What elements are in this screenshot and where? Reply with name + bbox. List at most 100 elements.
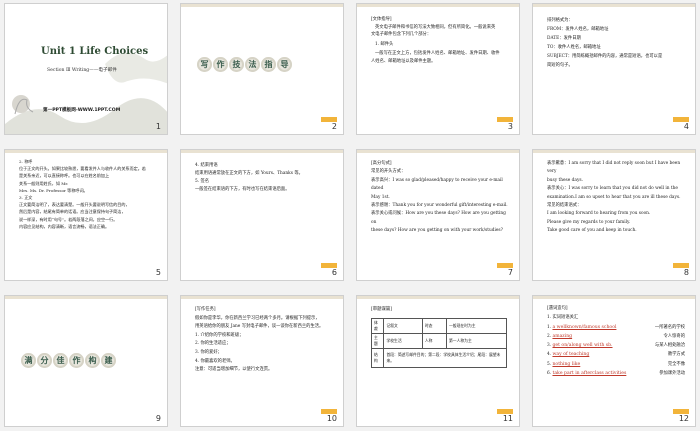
section-title: 写作技法指导 <box>197 52 293 72</box>
text-line: 4. 结束用语 <box>195 163 218 168</box>
text-line: 注意：可适当增加细节，以使行文连贯。 <box>195 367 273 373</box>
slide-number: 7 <box>507 268 513 277</box>
vocab-item: 4. way of teaching 教学方式 <box>547 350 685 359</box>
text-line: 结束用语通常放在正文的下方，如 Yours、Thanks 等。 <box>195 171 303 176</box>
top-band <box>533 150 695 153</box>
table-cell: 首段：简述写邮件目的；第二段：学校具体生活介绍；尾段：展望未来。 <box>383 348 507 368</box>
vocab-meaning: 完全不像 <box>667 361 685 367</box>
text-line: DATE：发件日期 <box>547 36 581 41</box>
slide-number: 8 <box>683 268 689 277</box>
text-line: 关系一般则用姓氏，如 Mr. <box>19 180 69 186</box>
slide-thumbnail-3[interactable]: [文体指导] 英文电子邮件和书信的写法大致相同，但有所简化。一般说来英 文电子邮… <box>356 3 520 135</box>
text-line: 是关系亲近，可以直接称呼。也可以在姓名前加上 <box>19 173 110 179</box>
table-cell: 记叙文 <box>383 318 423 334</box>
text-line: 位于正文的开头。如果比较熟悉，要看发件人与收件人的关系而定。若 <box>19 166 146 172</box>
slide-thumbnail-4[interactable]: 排列格式为： FROM：发件人姓名，邮箱地址 DATE：发件日期 TO：收件人姓… <box>532 3 696 135</box>
text-line: 用英语给你的朋友 Jane 写封电子邮件，谈一谈你在新西兰的生活。 <box>195 324 324 330</box>
text-line: examination.I am so upset to hear that y… <box>547 194 681 200</box>
slide-number: 4 <box>683 122 689 131</box>
top-band <box>5 296 167 299</box>
slide-number: 10 <box>326 414 337 423</box>
slide-thumbnail-11[interactable]: [审题谋篇] 体裁 记叙文 时态 一般现在时为主 主题 学校生活 人称 第一人称… <box>356 295 520 427</box>
text-line: 2. 称呼 <box>19 159 33 164</box>
slide-number: 3 <box>507 122 513 131</box>
slide-number: 6 <box>331 268 337 277</box>
slide-body: [写作任务] 假如你是李华，你在新西兰学习已经两个多月。请根据下列提示， 用英语… <box>195 306 333 375</box>
text-line: FROM：发件人姓名，邮箱地址 <box>547 27 609 32</box>
text-line: Please give my regards to your family. <box>547 219 631 225</box>
text-line: 1. 邮件头 <box>375 41 394 47</box>
text-line: 说一样深，有时用“句号”。若两段落之间，应空一行。 <box>19 216 118 222</box>
title-char: 指 <box>261 57 276 72</box>
slide-thumbnail-5[interactable]: 2. 称呼 位于正文的开头。如果比较熟悉，要看发件人与收件人的关系而定。若 是关… <box>4 149 168 281</box>
title-char: 构 <box>85 353 100 368</box>
title-char: 建 <box>101 353 116 368</box>
slide-subtitle: Section Ⅲ Writing——电子邮件 <box>47 68 117 73</box>
text-line: 2. 你的生活适应； <box>195 341 231 347</box>
slide-thumbnail-1[interactable]: Unit 1 Life Choices Section Ⅲ Writing——电… <box>4 3 168 135</box>
text-line: these days? How are you getting on with … <box>371 228 503 234</box>
title-char: 分 <box>37 353 52 368</box>
section-title: 满分佳作构建 <box>21 348 117 368</box>
vocab-meaning: 一所著名的学校 <box>654 324 685 330</box>
text-line: [文体指导] <box>371 17 392 22</box>
slide-thumbnail-2[interactable]: 写作技法指导 2 <box>180 3 344 135</box>
slide-thumbnail-9[interactable]: 满分佳作构建 9 <box>4 295 168 427</box>
text-line: 常见的开头方式： <box>371 169 406 175</box>
text-line: 1. 实词短语关汇 <box>547 315 579 321</box>
title-char: 佳 <box>53 353 68 368</box>
text-line: [高分句式] <box>371 161 392 166</box>
slide-body: 4. 结束用语 结束用语通常放在正文的下方，如 Yours、Thanks 等。 … <box>195 162 333 194</box>
table-row: 体裁 记叙文 时态 一般现在时为主 <box>370 318 507 334</box>
text-line: 文电子邮件包含下列几个部分： <box>371 32 432 38</box>
text-line: 5. 签名 <box>195 179 210 184</box>
title-char: 导 <box>277 57 292 72</box>
table-cell: 学校生活 <box>383 333 423 349</box>
text-line: 常见的结束语式： <box>547 203 582 209</box>
table-row: 结构 首段：简述写邮件目的；第二段：学校具体生活介绍；尾段：展望未来。 <box>370 348 507 368</box>
slide-body: [遇词造句] 1. 实词短语关汇 1. a wellknown/famous s… <box>547 304 685 378</box>
slide-body: [高分句式] 常见的开头方式： 表示高兴：I was so glad/pleas… <box>371 160 509 236</box>
text-line: [遇词造句] <box>547 306 568 311</box>
site-watermark: 第一PPT模板网-WWW.1PPT.COM <box>43 108 121 113</box>
text-line: 一般写在正文上方，包括发件人姓名、邮箱地址、发件日期、收件 <box>375 51 500 57</box>
text-line: Mrs. Ms. Dr. Professor 等称呼词。 <box>19 187 88 193</box>
answer-blank: take part in afterclass activities <box>552 371 627 377</box>
top-band <box>357 4 519 7</box>
text-line: 内容应见结构，内容清晰，语言流畅，语法正确。 <box>19 223 110 229</box>
text-line: 3. 正文 <box>19 195 33 201</box>
text-line: 假如你是李华，你在新西兰学习已经两个多月。请根据下列提示， <box>195 315 320 321</box>
slide-thumbnail-10[interactable]: [写作任务] 假如你是李华，你在新西兰学习已经两个多月。请根据下列提示， 用英语… <box>180 295 344 427</box>
vocab-meaning: 与某人相处融洽 <box>654 343 685 349</box>
slide-body: [文体指导] 英文电子邮件和书信的写法大致相同，但有所简化。一般说来英 文电子邮… <box>371 16 509 66</box>
text-line: 然后是内容，结尾有简单的话语。应当注意保持句子简洁， <box>19 209 126 215</box>
title-char: 技 <box>229 57 244 72</box>
answer-blank: amazing <box>552 333 573 339</box>
text-line: [写作任务] <box>195 307 216 312</box>
title-char: 作 <box>69 353 84 368</box>
text-line: 排列格式为： <box>547 18 573 23</box>
table-cell: 时态 <box>421 318 448 334</box>
table-cell: 结构 <box>370 348 385 368</box>
table-cell: 第一人称为主 <box>446 333 507 349</box>
top-band <box>5 150 167 153</box>
slide-number: 2 <box>331 122 337 131</box>
slide-thumbnail-6[interactable]: 4. 结束用语 结束用语通常放在正文的下方，如 Yours、Thanks 等。 … <box>180 149 344 281</box>
text-line: I am looking forward to hearing from you… <box>547 211 651 217</box>
slide-number: 1 <box>155 122 161 131</box>
answer-blank: a wellknown/famous school <box>552 324 617 330</box>
table-cell: 一般现在时为主 <box>446 318 507 334</box>
text-line: 表示关心或问候：How are you these days? How are … <box>371 211 506 225</box>
text-line: May 1st. <box>371 194 390 200</box>
vocab-item: 3. get on/along well with sb. 与某人相处融洽 <box>547 341 685 350</box>
text-line: busy these days. <box>547 177 583 183</box>
text-line: 表示关心：I was sorry to learn that you did n… <box>547 186 678 192</box>
slide-thumbnail-12[interactable]: [遇词造句] 1. 实词短语关汇 1. a wellknown/famous s… <box>532 295 696 427</box>
slide-body: 排列格式为： FROM：发件人姓名，邮箱地址 DATE：发件日期 TO：收件人姓… <box>547 16 685 70</box>
slide-thumbnail-7[interactable]: [高分句式] 常见的开头方式： 表示高兴：I was so glad/pleas… <box>356 149 520 281</box>
text-line: 英文电子邮件和书信的写法大致相同，但有所简化。一般说来英 <box>375 24 496 30</box>
vocab-meaning: 令人惊奇的 <box>663 333 685 339</box>
slide-thumbnail-8[interactable]: 表示歉意：I am sorry that I did not reply soo… <box>532 149 696 281</box>
text-line: 表示高兴：I was so glad/pleased/happy to rece… <box>371 177 503 192</box>
text-line: SUBJECT：用简练概括邮件的内容，通常是短语，也可以是 <box>547 54 663 59</box>
